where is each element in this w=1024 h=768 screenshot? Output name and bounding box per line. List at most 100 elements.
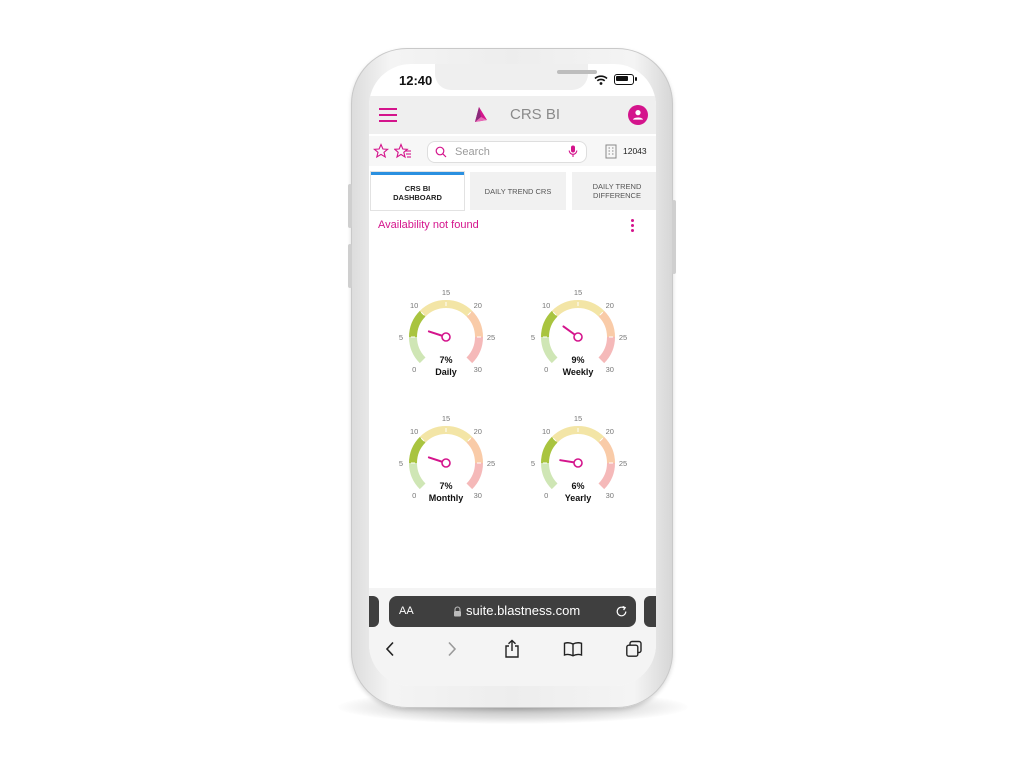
status-time: 12:40 — [399, 73, 433, 88]
gauge-tick-label: 0 — [544, 365, 548, 374]
hotel-building-icon[interactable] — [605, 144, 617, 159]
speaker — [557, 70, 597, 74]
gauge-tick-label: 5 — [399, 459, 403, 468]
gauge-tick-label: 5 — [531, 459, 535, 468]
gauge-tick-label: 30 — [474, 491, 482, 500]
tab-label: DASHBOARD — [393, 192, 442, 202]
search-input[interactable]: Search — [427, 141, 587, 163]
gauge-tick-label: 20 — [474, 301, 482, 310]
gauge-tick-label: 25 — [487, 459, 495, 468]
gauge-band — [409, 310, 426, 338]
gauge-label: Yearly — [565, 493, 592, 503]
wifi-icon — [594, 74, 608, 85]
tab-label: CRS BI — [404, 183, 431, 193]
address-bar[interactable]: AA suite.blastness.com — [389, 596, 636, 627]
gauge-tick-label: 15 — [442, 414, 450, 423]
next-tab-preview[interactable] — [644, 596, 656, 627]
back-button[interactable] — [378, 638, 402, 660]
gauge-tick-label: 30 — [474, 365, 482, 374]
gauge-tick-label: 0 — [412, 491, 416, 500]
gauge-tick-label: 0 — [412, 365, 416, 374]
tab-crs-bi-dashboard[interactable]: CRS BI DASHBOARD — [371, 172, 464, 210]
reload-icon[interactable] — [615, 605, 628, 618]
gauge-tick-label: 10 — [542, 301, 550, 310]
gauge-weekly: 0 5 10 15 20 25 30 9% Weekly — [531, 288, 627, 377]
text-size-button[interactable]: AA — [399, 605, 414, 617]
gauge-value: 9% — [571, 355, 584, 365]
gauge-band — [466, 310, 483, 338]
gauge-band — [541, 336, 558, 364]
gauge-band — [541, 436, 558, 464]
book-icon — [563, 642, 583, 657]
gauge-tick-label: 0 — [544, 491, 548, 500]
app-title: CRS BI — [510, 106, 561, 123]
lock-icon — [454, 606, 461, 617]
hotel-id: 12043 — [623, 146, 647, 156]
app-logo-icon — [475, 107, 487, 122]
phone-side-button-right — [672, 200, 676, 274]
previous-tab-preview[interactable] — [369, 596, 379, 627]
app-header: CRS BI — [369, 96, 656, 134]
chevron-right-icon — [448, 641, 457, 657]
gauge-label: Monthly — [429, 493, 464, 503]
gauge-band — [409, 462, 426, 490]
user-icon — [633, 110, 643, 120]
bookmarks-button[interactable] — [561, 638, 585, 660]
phone-side-button-left-1 — [348, 184, 352, 228]
star-icon[interactable] — [373, 143, 389, 159]
tab-label: DAILY TREND CRS — [484, 186, 552, 196]
search-placeholder: Search — [455, 146, 490, 158]
gauge-needle-hub — [573, 458, 583, 468]
gauge-tick-label: 5 — [399, 333, 403, 342]
gauge-band — [409, 336, 426, 364]
tabs-icon — [626, 640, 642, 657]
toolbar: Search 12043 — [369, 136, 656, 166]
gauge-needle-hub — [573, 332, 583, 342]
gauge-daily: 0 5 10 15 20 25 30 7% Daily — [399, 288, 495, 377]
gauge-band — [598, 310, 615, 338]
gauge-tick-label: 10 — [410, 427, 418, 436]
gauge-needle-hub — [441, 332, 451, 342]
more-options-icon[interactable] — [631, 219, 635, 234]
gauge-tick-label: 15 — [574, 288, 582, 297]
gauge-band — [466, 436, 483, 464]
share-icon — [505, 639, 519, 658]
gauge-tick-label: 5 — [531, 333, 535, 342]
gauge-tick-label: 25 — [619, 333, 627, 342]
forward-button[interactable] — [440, 638, 464, 660]
tab-label: DIFFERENCE — [593, 191, 641, 200]
notch — [435, 64, 597, 90]
gauge-band — [598, 462, 615, 490]
gauge-value: 7% — [439, 481, 452, 491]
gauge-band — [541, 462, 558, 490]
gauge-tick-label: 30 — [606, 491, 614, 500]
gauge-monthly: 0 5 10 15 20 25 30 7% Monthly — [399, 414, 495, 503]
url-text: suite.blastness.com — [466, 603, 581, 618]
favorites-list-icon[interactable] — [394, 143, 412, 159]
search-icon — [435, 146, 447, 158]
gauge-tick-label: 25 — [487, 333, 495, 342]
tab-daily-trend-difference[interactable]: DAILY TREND DIFFERENCE — [572, 172, 656, 210]
gauge-yearly: 0 5 10 15 20 25 30 6% Yearly — [531, 414, 627, 503]
gauge-tick-label: 20 — [606, 427, 614, 436]
tab-daily-trend-crs[interactable]: DAILY TREND CRS — [470, 172, 566, 210]
user-avatar[interactable] — [628, 105, 648, 125]
gauge-band — [598, 336, 615, 364]
gauge-tick-label: 10 — [410, 301, 418, 310]
gauge-tick-label: 10 — [542, 427, 550, 436]
gauge-tick-label: 20 — [606, 301, 614, 310]
gauge-band — [598, 436, 615, 464]
gauge-band — [466, 462, 483, 490]
gauge-tick-label: 15 — [442, 288, 450, 297]
gauge-tick-label: 15 — [574, 414, 582, 423]
microphone-icon[interactable] — [568, 145, 578, 158]
gauges-panel: 0510152025307%Daily 0510152025309%Weekly0… — [399, 288, 627, 503]
status-icons — [594, 74, 637, 85]
tabs-button[interactable] — [622, 638, 646, 660]
gauge-needle-hub — [441, 458, 451, 468]
share-button[interactable] — [500, 638, 524, 660]
gauge-label: Daily — [435, 367, 457, 377]
menu-icon[interactable] — [379, 108, 397, 122]
chevron-left-icon — [385, 641, 394, 657]
gauge-tick-label: 25 — [619, 459, 627, 468]
